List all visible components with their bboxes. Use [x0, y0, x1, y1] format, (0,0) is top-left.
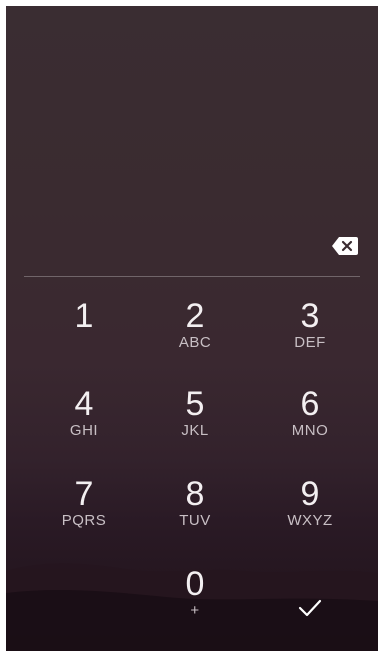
key-3[interactable]: 3 DEF	[260, 298, 360, 372]
key-digit: 4	[74, 385, 94, 423]
key-0[interactable]: 0 +	[145, 566, 245, 640]
key-digit: 9	[300, 475, 320, 513]
key-4[interactable]: 4 GHI	[34, 386, 134, 460]
key-2[interactable]: 2 ABC	[145, 298, 245, 372]
key-letters: ABC	[178, 334, 212, 351]
key-letters: WXYZ	[287, 512, 333, 529]
key-digit: 3	[300, 297, 320, 335]
key-digit: 6	[300, 385, 320, 423]
key-6[interactable]: 6 MNO	[260, 386, 360, 460]
key-letters: PQRS	[61, 512, 107, 529]
key-letters: DEF	[294, 334, 326, 351]
key-digit: 0	[185, 565, 205, 603]
backspace-button[interactable]	[330, 232, 360, 260]
key-letters: +	[190, 602, 200, 619]
pin-divider	[24, 276, 360, 277]
key-7[interactable]: 7 PQRS	[34, 476, 134, 550]
key-digit: 5	[185, 385, 205, 423]
key-letters: TUV	[179, 512, 211, 529]
pin-entry-field	[24, 222, 360, 274]
key-letters: GHI	[69, 422, 99, 439]
lock-screen: 1 2 ABC 3 DEF 4 GHI 5 JKL 6 MNO 7 PQRS 8…	[6, 6, 378, 651]
key-digit: 1	[74, 297, 94, 335]
confirm-button[interactable]	[260, 578, 360, 638]
key-letters: MNO	[291, 422, 329, 439]
checkmark-icon	[298, 599, 322, 617]
key-digit: 2	[185, 297, 205, 335]
key-8[interactable]: 8 TUV	[145, 476, 245, 550]
key-digit: 7	[74, 475, 94, 513]
key-1[interactable]: 1	[34, 298, 134, 372]
key-digit: 8	[185, 475, 205, 513]
key-letters: JKL	[181, 422, 209, 439]
backspace-icon	[332, 237, 358, 255]
key-9[interactable]: 9 WXYZ	[260, 476, 360, 550]
key-5[interactable]: 5 JKL	[145, 386, 245, 460]
